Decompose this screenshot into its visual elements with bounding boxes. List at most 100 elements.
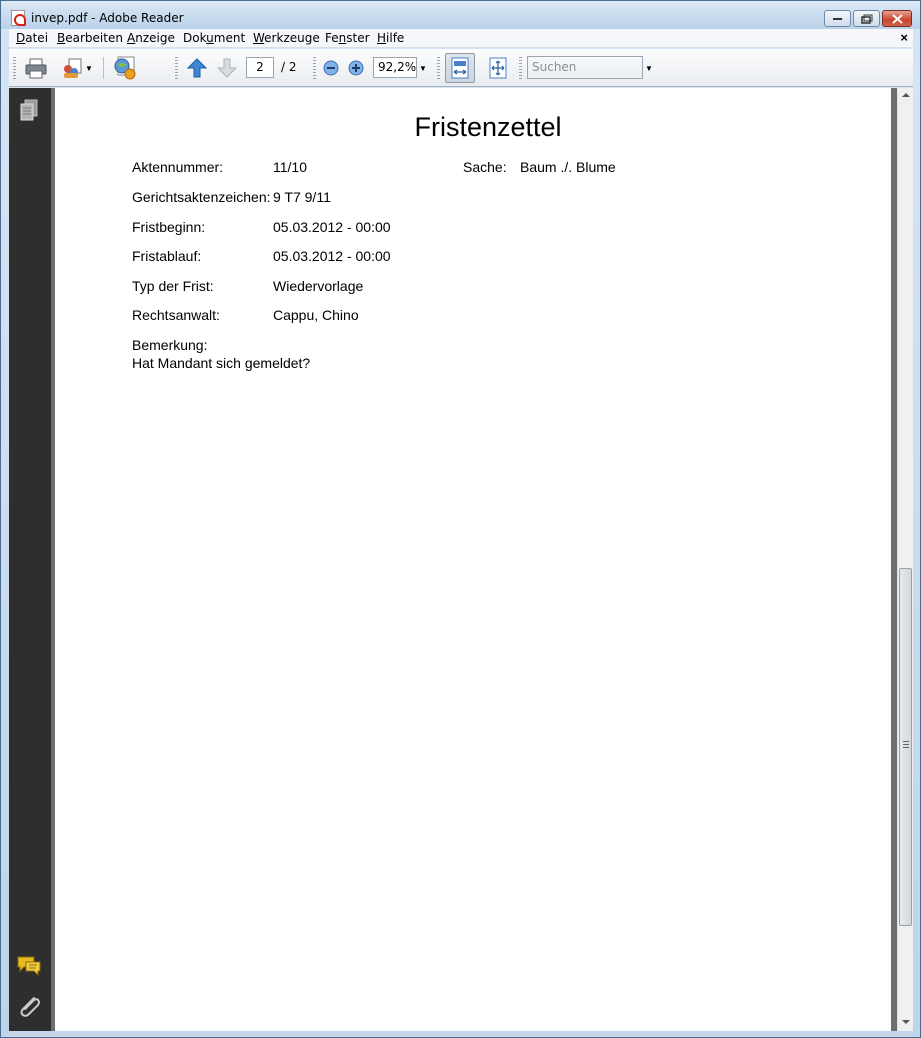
menu-label-rest: ster	[346, 31, 370, 45]
menu-accel: A	[127, 31, 136, 45]
menu-datei[interactable]: Datei	[16, 31, 48, 45]
scroll-thumb-grip	[903, 741, 909, 749]
zoom-in-icon	[348, 60, 364, 76]
vertical-scrollbar[interactable]	[897, 88, 913, 1031]
field-label-bemerkung: Bemerkung:	[132, 337, 208, 353]
menu-label-rest: atei	[25, 31, 49, 45]
restore-icon	[860, 14, 872, 24]
arrow-up-icon	[186, 58, 208, 78]
field-value-fristablauf: 05.03.2012 - 00:00	[273, 248, 391, 264]
zoom-out-button[interactable]	[321, 56, 341, 80]
fit-width-icon	[451, 57, 469, 79]
pdf-page: Fristenzettel Aktennummer: 11/10 Sache: …	[55, 88, 891, 1031]
chevron-down-icon: ▼	[645, 63, 653, 73]
comments-icon	[17, 956, 41, 977]
scroll-down-icon	[902, 1020, 910, 1024]
menu-accel: u	[206, 31, 214, 45]
fit-width-button[interactable]	[445, 53, 475, 83]
menu-label-pre: Dok	[183, 31, 207, 45]
zoom-out-icon	[323, 60, 339, 76]
search-input[interactable]: Suchen	[527, 56, 643, 79]
scroll-thumb[interactable]	[899, 568, 912, 926]
comments-panel-button[interactable]	[16, 954, 44, 978]
field-label-sache: Sache:	[463, 159, 507, 175]
pages-panel-button[interactable]	[17, 98, 41, 124]
field-value-sache: Baum ./. Blume	[520, 159, 616, 175]
menu-dokument[interactable]: Dokument	[183, 31, 245, 45]
pdf-app-icon	[11, 10, 26, 26]
menu-label-rest: nzeige	[135, 31, 175, 45]
menu-label-rest: erkzeuge	[264, 31, 320, 45]
menu-label-pre: Fe	[325, 31, 339, 45]
toolbar-grip[interactable]	[175, 57, 178, 79]
field-label-fristbeginn: Fristbeginn:	[132, 219, 206, 235]
scroll-up-icon	[902, 93, 910, 97]
toolbar-grip[interactable]	[13, 57, 16, 79]
navigation-panel	[9, 88, 51, 1031]
close-icon	[891, 13, 903, 24]
previous-page-button[interactable]	[185, 56, 209, 80]
pages-icon	[20, 99, 38, 121]
menu-accel: D	[16, 31, 26, 45]
close-document-button[interactable]: ×	[900, 30, 908, 45]
chevron-down-icon: ▼	[419, 63, 427, 73]
title-bar: invep.pdf - Adobe Reader	[1, 1, 920, 29]
window-title: invep.pdf - Adobe Reader	[31, 11, 184, 25]
menu-anzeige[interactable]: Anzeige	[127, 31, 175, 45]
search-dropdown-button[interactable]: ▼	[643, 56, 655, 80]
zoom-dropdown-button[interactable]: ▼	[417, 56, 429, 80]
window-bottom-frame	[9, 1031, 913, 1037]
print-button[interactable]	[23, 56, 49, 80]
window-controls	[824, 10, 912, 27]
fit-page-button[interactable]	[485, 56, 511, 80]
collaborate-button[interactable]: ▼	[59, 56, 95, 80]
arrow-down-icon	[216, 58, 238, 78]
field-value-typ-der-frist: Wiedervorlage	[273, 278, 364, 294]
next-page-button[interactable]	[215, 56, 239, 80]
chevron-down-icon: ▼	[85, 63, 93, 73]
minimize-icon	[832, 17, 842, 20]
scroll-up-button[interactable]	[898, 88, 914, 104]
adobe-reader-window: invep.pdf - Adobe Reader Datei Bearbeite…	[0, 0, 921, 1038]
field-label-rechtsanwalt: Rechtsanwalt:	[132, 307, 220, 323]
maximize-button[interactable]	[853, 10, 880, 27]
zoom-input[interactable]: 92,2%	[373, 57, 417, 78]
menu-label-rest: ilfe	[386, 31, 405, 45]
menu-label-rest: ment	[213, 31, 246, 45]
toolbar-separator	[103, 57, 104, 79]
field-label-aktennummer: Aktennummer:	[132, 159, 224, 175]
document-title: Fristenzettel	[414, 112, 562, 142]
field-label-gerichtsaktenzeichen: Gerichtsaktenzeichen:	[132, 189, 271, 205]
toolbar-grip[interactable]	[313, 57, 316, 79]
toolbar: ▼ 2 / 2 92,2% ▼ Suchen ▼	[9, 49, 913, 87]
menu-label-rest: earbeiten	[65, 31, 123, 45]
menu-hilfe[interactable]: Hilfe	[377, 31, 404, 45]
menu-accel: H	[377, 31, 387, 45]
scroll-down-button[interactable]	[898, 1015, 914, 1031]
menu-accel: B	[57, 31, 66, 45]
menu-werkzeuge[interactable]: Werkzeuge	[253, 31, 320, 45]
attachments-panel-button[interactable]	[16, 994, 44, 1020]
menu-fenster[interactable]: Fenster	[325, 31, 370, 45]
page-total: / 2	[281, 60, 297, 74]
fit-page-icon	[489, 57, 507, 79]
field-label-fristablauf: Fristablauf:	[132, 248, 202, 264]
field-label-typ-der-frist: Typ der Frist:	[132, 278, 214, 294]
minimize-button[interactable]	[824, 10, 851, 27]
document-viewport[interactable]: Fristenzettel Aktennummer: 11/10 Sache: …	[51, 88, 897, 1031]
zoom-in-button[interactable]	[346, 56, 366, 80]
share-button[interactable]	[111, 56, 141, 80]
page-number-input[interactable]: 2	[246, 57, 274, 78]
field-value-gerichtsaktenzeichen: 9 T7 9/11	[273, 189, 331, 205]
menu-bar: Datei Bearbeiten Anzeige Dokument Werkze…	[9, 29, 913, 48]
toolbar-grip[interactable]	[437, 57, 440, 79]
toolbar-grip[interactable]	[519, 57, 522, 79]
share-icon	[114, 56, 136, 80]
field-value-bemerkung: Hat Mandant sich gemeldet?	[132, 355, 311, 371]
close-button[interactable]	[882, 10, 912, 27]
field-value-fristbeginn: 05.03.2012 - 00:00	[273, 219, 391, 235]
menu-accel: W	[253, 31, 265, 45]
paperclip-icon	[20, 997, 40, 1017]
menu-bearbeiten[interactable]: Bearbeiten	[57, 31, 123, 45]
print-icon	[25, 58, 47, 79]
